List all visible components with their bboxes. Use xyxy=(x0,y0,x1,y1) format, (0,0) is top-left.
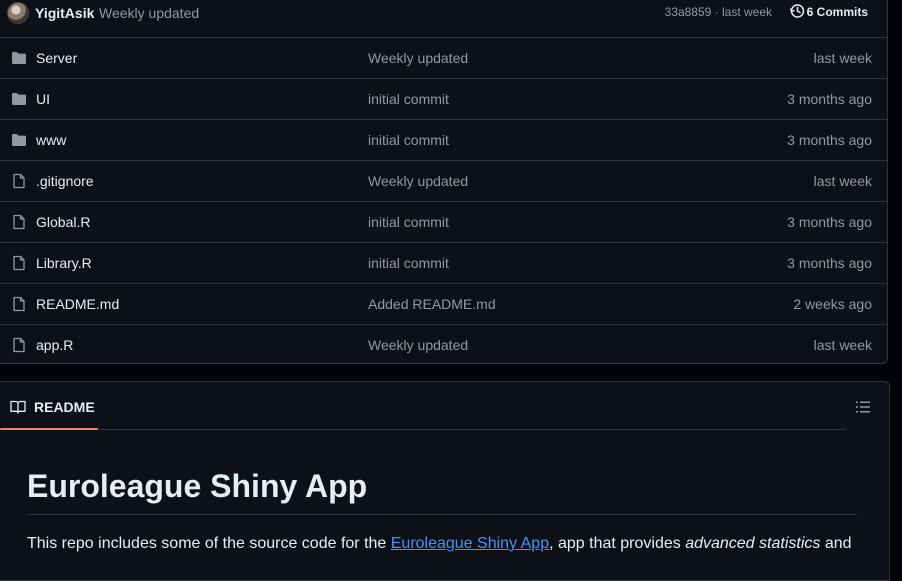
file-row[interactable]: UI initial commit 3 months ago xyxy=(0,79,888,120)
file-age: 3 months ago xyxy=(787,91,872,107)
file-commit-message[interactable]: initial commit xyxy=(368,255,449,271)
file-row[interactable]: .gitignore Weekly updated last week xyxy=(0,161,888,202)
file-commit-message[interactable]: Weekly updated xyxy=(368,50,468,66)
para-suffix: and xyxy=(820,535,852,552)
commit-sha-time[interactable]: 33a8859 · last week xyxy=(665,5,772,19)
file-row[interactable]: app.R Weekly updated last week xyxy=(0,325,888,366)
commit-author[interactable]: YigitAsik xyxy=(35,5,94,21)
file-age: last week xyxy=(813,337,872,353)
file-browser: YigitAsik Weekly updated 33a8859 · last … xyxy=(0,0,888,364)
file-age: 2 weeks ago xyxy=(793,296,872,312)
file-row[interactable]: www initial commit 3 months ago xyxy=(0,120,888,161)
file-row[interactable]: Server Weekly updated last week xyxy=(0,38,888,79)
readme-title: Euroleague Shiny App xyxy=(27,467,857,515)
file-icon xyxy=(13,173,25,189)
file-name-link[interactable]: README.md xyxy=(36,296,119,312)
outline-list-icon[interactable] xyxy=(855,399,871,415)
file-commit-message[interactable]: initial commit xyxy=(368,214,449,230)
file-name-link[interactable]: Server xyxy=(36,50,77,66)
file-age: 3 months ago xyxy=(787,214,872,230)
book-icon xyxy=(10,400,26,414)
euroleague-app-link[interactable]: Euroleague Shiny App xyxy=(391,535,549,552)
active-tab-indicator xyxy=(0,428,98,430)
file-name-link[interactable]: Library.R xyxy=(36,255,92,271)
file-name-link[interactable]: Global.R xyxy=(36,214,90,230)
file-icon xyxy=(13,296,25,312)
commit-message[interactable]: Weekly updated xyxy=(99,5,199,21)
file-age: last week xyxy=(813,50,872,66)
author-avatar[interactable] xyxy=(7,2,29,24)
file-name-link[interactable]: app.R xyxy=(36,337,73,353)
file-commit-message[interactable]: Weekly updated xyxy=(368,173,468,189)
para-emphasis: advanced statistics xyxy=(685,535,821,552)
readme-header: README xyxy=(0,382,846,430)
file-row[interactable]: Global.R initial commit 3 months ago xyxy=(0,202,888,243)
file-name-link[interactable]: www xyxy=(36,132,66,148)
file-commit-message[interactable]: Weekly updated xyxy=(368,337,468,353)
file-row[interactable]: README.md Added README.md 2 weeks ago xyxy=(0,284,888,325)
file-commit-message[interactable]: initial commit xyxy=(368,91,449,107)
file-icon xyxy=(13,214,25,230)
file-icon xyxy=(13,255,25,271)
folder-icon xyxy=(12,134,26,146)
file-commit-message[interactable]: Added README.md xyxy=(368,296,496,312)
tab-readme[interactable]: README xyxy=(34,399,95,415)
file-row[interactable]: Library.R initial commit 3 months ago xyxy=(0,243,888,284)
readme-intro-paragraph: This repo includes some of the source co… xyxy=(27,535,877,553)
para-mid: , app that provides xyxy=(549,535,686,552)
readme-panel: README Euroleague Shiny App This repo in… xyxy=(0,381,890,581)
file-age: 3 months ago xyxy=(787,132,872,148)
commits-count-link[interactable]: 6 Commits xyxy=(807,5,868,19)
para-prefix: This repo includes some of the source co… xyxy=(27,535,391,552)
folder-icon xyxy=(12,93,26,105)
file-name-link[interactable]: .gitignore xyxy=(36,173,94,189)
file-commit-message[interactable]: initial commit xyxy=(368,132,449,148)
history-icon xyxy=(789,4,805,18)
folder-icon xyxy=(12,52,26,64)
file-icon xyxy=(13,337,25,353)
file-age: 3 months ago xyxy=(787,255,872,271)
file-age: last week xyxy=(813,173,872,189)
file-name-link[interactable]: UI xyxy=(36,91,50,107)
latest-commit-bar: YigitAsik Weekly updated 33a8859 · last … xyxy=(0,1,888,38)
